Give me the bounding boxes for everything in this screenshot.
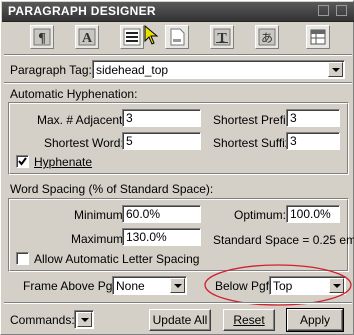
frame-above-value: None <box>116 279 145 293</box>
chevron-down-icon[interactable] <box>328 62 343 77</box>
paragraph-tag-label: Paragraph Tag: <box>10 63 92 77</box>
advanced-button[interactable]: T <box>210 25 234 49</box>
shortest-suffix-field[interactable] <box>286 132 340 150</box>
title-bar[interactable]: PARAGRAPH DESIGNER <box>2 2 354 22</box>
paragraph-designer-panel: PARAGRAPH DESIGNER ¶ A T あ Paragraph Tag… <box>0 0 354 335</box>
svg-text:A: A <box>82 31 93 46</box>
apply-button[interactable]: Apply <box>286 308 344 332</box>
window-title: PARAGRAPH DESIGNER <box>8 4 156 18</box>
svg-text:T: T <box>217 31 227 46</box>
standard-space-text: Standard Space = 0.25 em <box>213 233 354 247</box>
shortest-word-field[interactable] <box>122 132 201 150</box>
checkmark-icon <box>18 157 27 166</box>
collapse-icon[interactable] <box>318 5 329 16</box>
default-font-icon: A <box>78 28 96 46</box>
shortest-prefix-field[interactable] <box>286 109 340 127</box>
toolbar-separator <box>4 54 352 56</box>
maximum-field[interactable] <box>122 228 201 246</box>
table-cell-icon <box>310 29 326 45</box>
mouse-cursor-icon <box>144 25 159 45</box>
word-spacing-heading: Word Spacing (% of Standard Space): <box>10 182 214 196</box>
footer-separator <box>4 302 352 304</box>
numbering-icon <box>170 28 185 46</box>
pagination-button[interactable] <box>120 25 144 49</box>
shortest-word-label: Shortest Word: <box>44 136 124 150</box>
hyphenation-heading: Automatic Hyphenation: <box>10 87 138 101</box>
max-adjacent-label: Max. # Adjacent: <box>37 113 126 127</box>
default-font-button[interactable]: A <box>75 25 99 49</box>
shortest-suffix-label: Shortest Suffix: <box>213 136 295 150</box>
hyphenate-checkbox[interactable] <box>16 155 29 168</box>
table-cell-button[interactable] <box>306 25 330 49</box>
max-adjacent-field[interactable] <box>122 109 201 127</box>
hyphenate-label: Hyphenate <box>34 155 93 169</box>
numbering-button[interactable] <box>165 25 189 49</box>
commands-menu[interactable] <box>74 310 94 329</box>
asian-icon: あ <box>258 28 276 46</box>
chevron-down-icon[interactable] <box>170 278 185 293</box>
basic-properties-icon: ¶ <box>33 28 51 46</box>
section-separator <box>4 82 352 84</box>
svg-text:あ: あ <box>261 31 273 45</box>
reset-button[interactable]: Reset <box>223 309 275 331</box>
minimum-field[interactable] <box>122 205 201 223</box>
maximum-label: Maximum: <box>71 232 127 246</box>
update-all-button[interactable]: Update All <box>149 309 211 331</box>
menu-icon[interactable] <box>336 5 347 16</box>
letter-spacing-label: Allow Automatic Letter Spacing <box>34 252 200 266</box>
advanced-icon: T <box>213 28 231 46</box>
optimum-field[interactable] <box>286 205 340 223</box>
frame-above-label: Frame Above Pgf: <box>23 279 120 293</box>
shortest-prefix-label: Shortest Prefix: <box>213 113 296 127</box>
paragraph-tag-value: sidehead_top <box>96 63 169 77</box>
chevron-down-icon[interactable] <box>77 312 92 327</box>
optimum-label: Optimum: <box>234 208 287 222</box>
asian-button[interactable]: あ <box>255 25 279 49</box>
letter-spacing-checkbox[interactable] <box>16 252 29 265</box>
svg-text:¶: ¶ <box>38 31 46 46</box>
minimum-label: Minimum: <box>74 208 127 222</box>
commands-label: Commands: <box>10 313 75 327</box>
frame-above-select[interactable]: None <box>112 276 187 295</box>
pagination-icon <box>123 28 141 46</box>
paragraph-tag-select[interactable]: sidehead_top <box>92 60 345 79</box>
basic-properties-button[interactable]: ¶ <box>30 25 54 49</box>
